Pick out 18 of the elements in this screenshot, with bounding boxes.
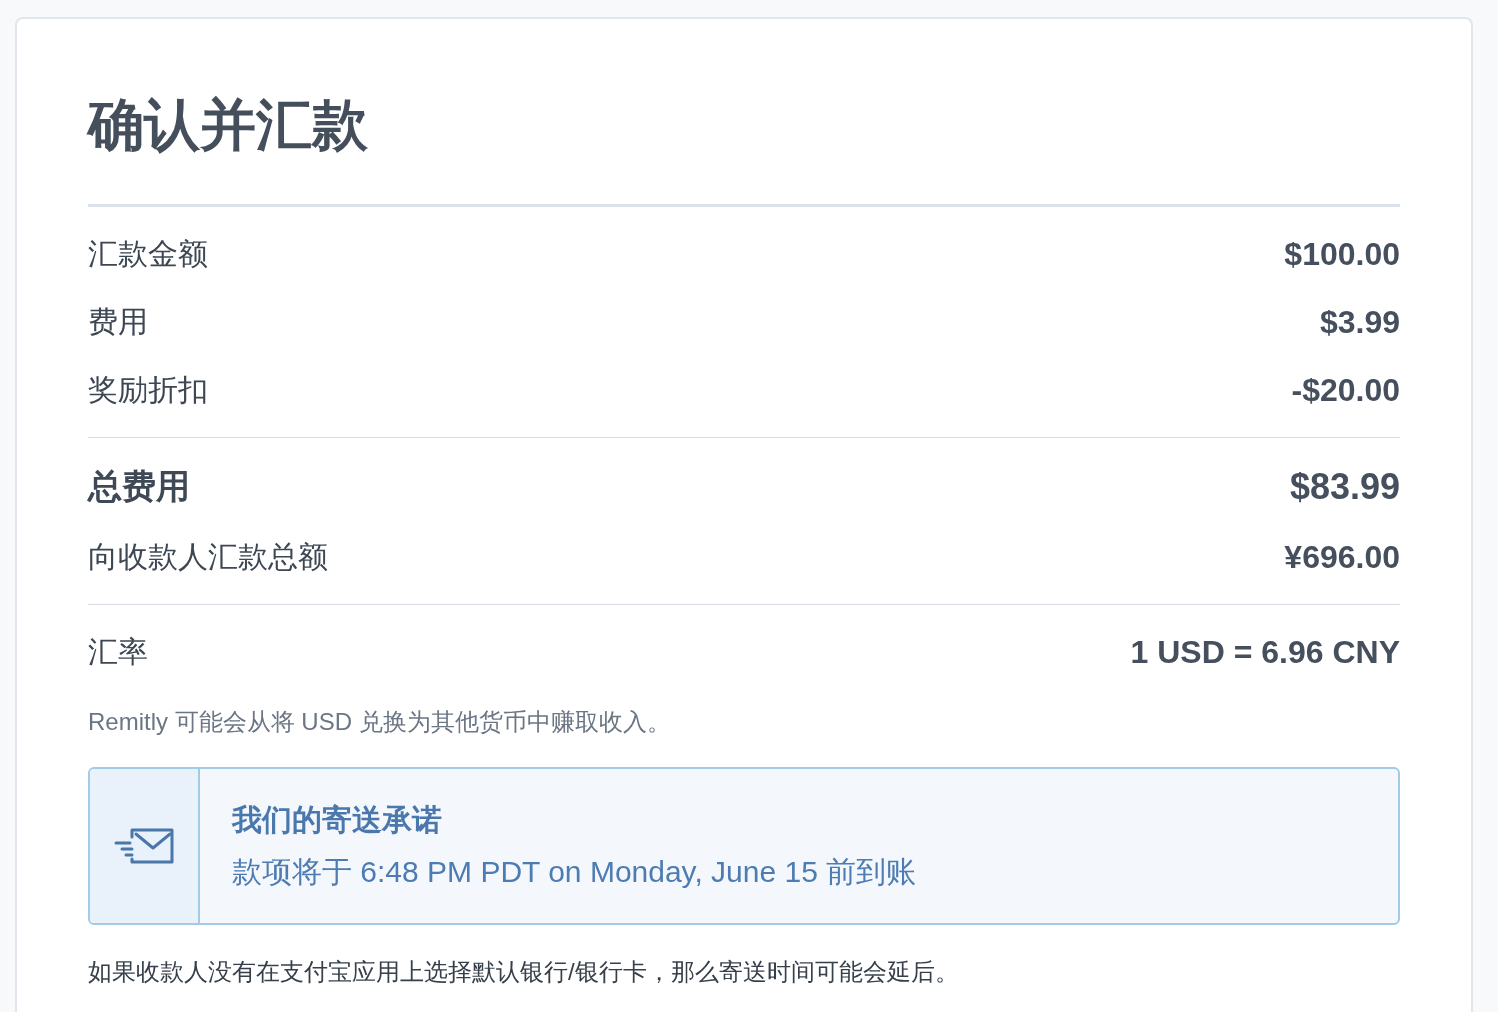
- row-label: 总费用: [88, 466, 190, 507]
- row-label: 汇款金额: [88, 235, 208, 272]
- promise-title: 我们的寄送承诺: [232, 802, 443, 838]
- row-label: 向收款人汇款总额: [88, 538, 328, 575]
- footnote-text: 如果收款人没有在支付宝应用上选择默认银行/银行卡，那么寄送时间可能会延后。: [88, 957, 960, 987]
- row-amount: $100.00: [1284, 235, 1400, 273]
- disclaimer-text: Remitly 可能会从将 USD 兑换为其他货币中赚取收入。: [88, 707, 672, 737]
- page-title: 确认并汇款: [88, 92, 369, 158]
- row-amount: $83.99: [1289, 466, 1400, 508]
- row-amount: 1 USD = 6.96 CNY: [1130, 633, 1400, 671]
- row-label: 奖励折扣: [88, 371, 208, 408]
- fast-envelope-icon: [114, 828, 174, 864]
- row-amount: -$20.00: [1291, 371, 1400, 409]
- promise-message: 款项将于 6:48 PM PDT on Monday, June 15 前到账: [232, 854, 917, 890]
- row-amount: ¥696.00: [1284, 538, 1400, 576]
- row-amount: $3.99: [1319, 303, 1400, 341]
- row-label: 汇率: [88, 633, 148, 670]
- row-label: 费用: [88, 303, 148, 340]
